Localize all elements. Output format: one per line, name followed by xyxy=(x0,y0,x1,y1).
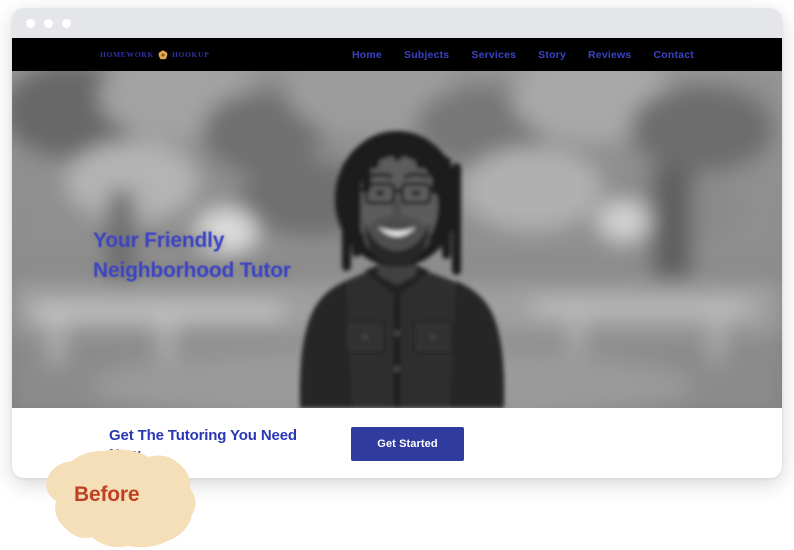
flower-emblem-icon xyxy=(158,50,168,59)
nav-item-contact[interactable]: Contact xyxy=(653,49,693,61)
nav-item-story[interactable]: Story xyxy=(538,49,566,61)
hero-heading: Your Friendly Neighborhood Tutor xyxy=(93,229,291,282)
hero-section: Your Friendly Neighborhood Tutor xyxy=(12,71,782,408)
cta-section: Get The Tutoring You Need Now Get Starte… xyxy=(12,408,782,478)
get-started-button[interactable]: Get Started xyxy=(351,427,464,461)
brand-word-left: HOMEWORK xyxy=(100,50,154,59)
close-dot-icon[interactable] xyxy=(26,18,35,28)
maximize-dot-icon[interactable] xyxy=(62,18,71,28)
site-navigation-bar: HOMEWORK HOOKUP Home Subjects Services S… xyxy=(12,38,782,71)
nav-item-reviews[interactable]: Reviews xyxy=(588,49,631,61)
brand-word-right: HOOKUP xyxy=(171,50,210,59)
nav-item-home[interactable]: Home xyxy=(352,49,382,61)
minimize-dot-icon[interactable] xyxy=(44,18,53,28)
nav-item-subjects[interactable]: Subjects xyxy=(404,49,449,61)
browser-window-mockup: HOMEWORK HOOKUP Home Subjects Services S… xyxy=(12,8,782,478)
cta-heading: Get The Tutoring You Need Now xyxy=(109,427,297,464)
nav-links-list: Home Subjects Services Story Reviews Con… xyxy=(352,49,694,61)
brand-logo[interactable]: HOMEWORK HOOKUP xyxy=(100,50,209,60)
before-label: Before xyxy=(74,483,140,506)
nav-item-services[interactable]: Services xyxy=(471,49,516,61)
browser-titlebar xyxy=(12,8,782,38)
